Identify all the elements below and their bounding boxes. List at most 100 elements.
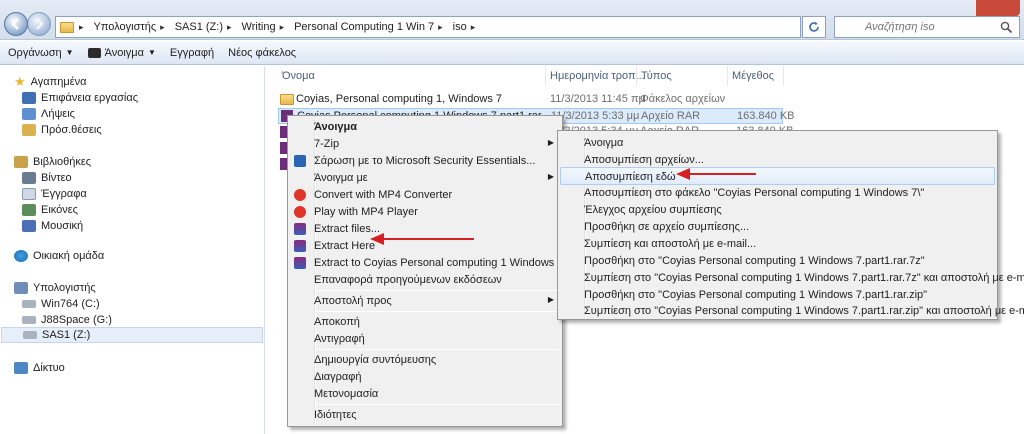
video-icon — [22, 172, 36, 184]
downloads-icon — [22, 108, 36, 120]
nav-recent[interactable]: Πρόσ.θέσεις — [22, 122, 102, 138]
file-row[interactable]: Coyias, Personal computing 1, Windows 7 … — [278, 92, 783, 108]
breadcrumb-iso[interactable]: iso ▸ — [448, 21, 481, 33]
column-divider[interactable] — [545, 66, 546, 86]
breadcrumb[interactable]: ▸ Υπολογιστής ▸ SAS1 (Z:) ▸ Writing ▸ Perso… — [55, 16, 801, 38]
menu-item-create-shortcut[interactable]: Δημιουργία συντόμευσης — [290, 351, 560, 369]
open-button[interactable]: Άνοιγμα ▼ — [87, 47, 156, 59]
file-date: 11/3/2013 11:45 πμ — [550, 93, 645, 105]
column-header-type[interactable]: Τύπος — [641, 66, 672, 86]
organize-button[interactable]: Οργάνωση ▼ — [8, 47, 74, 59]
homegroup-icon — [14, 250, 28, 262]
annotation-arrow-icon — [370, 233, 474, 245]
winrar-icon — [294, 240, 306, 252]
breadcrumb-separator[interactable]: ▸ — [74, 22, 89, 33]
breadcrumb-writing[interactable]: Writing ▸ — [237, 21, 290, 33]
column-header-name[interactable]: Όνομα — [282, 66, 315, 86]
nav-downloads[interactable]: Λήψεις — [22, 106, 75, 122]
nav-computer[interactable]: Υπολογιστής — [14, 280, 96, 296]
7zip-item-extract-here[interactable]: Αποσυμπίεση εδώ — [560, 167, 995, 185]
burn-button[interactable]: Εγγραφή — [170, 47, 214, 59]
7zip-item-test[interactable]: Έλεγχος αρχείου συμπίεσης — [560, 201, 995, 219]
breadcrumb-computer[interactable]: Υπολογιστής ▸ — [89, 21, 170, 33]
file-name: Coyias, Personal computing 1, Windows 7 — [296, 93, 503, 105]
7zip-item-compress-email[interactable]: Συμπίεση και αποστολή με e-mail... — [560, 235, 995, 253]
menu-separator — [316, 290, 559, 291]
folder-icon — [60, 21, 74, 33]
drive-icon — [23, 331, 37, 339]
menu-item-open-with[interactable]: Άνοιγμα με ▶ — [290, 169, 560, 187]
file-size: 163.840 KB — [737, 110, 795, 122]
menu-item-properties[interactable]: Ιδιότητες — [290, 406, 560, 424]
menu-item-rename[interactable]: Μετονομασία — [290, 385, 560, 403]
refresh-icon — [809, 22, 819, 32]
context-menu: Άνοιγμα 7-Zip ▶ Σάρωση με το Microsoft Se… — [287, 115, 567, 427]
chevron-down-icon: ▼ — [65, 48, 74, 57]
nav-homegroup[interactable]: Οικιακή ομάδα — [14, 248, 104, 264]
submenu-arrow-icon: ▶ — [547, 295, 554, 304]
menu-item-cut[interactable]: Αποκοπή — [290, 313, 560, 331]
network-icon — [14, 362, 28, 374]
7zip-item-add-archive[interactable]: Προσθήκη σε αρχείο συμπίεσης... — [560, 218, 995, 236]
7zip-item-compress-zip-email[interactable]: Συμπίεση στο "Coyias Personal computing … — [560, 302, 1024, 320]
breadcrumb-book[interactable]: Personal Computing 1 Win 7 ▸ — [289, 21, 448, 33]
7zip-item-extract-to[interactable]: Αποσυμπίεση στο φάκελο "Coyias Personal … — [560, 184, 995, 202]
column-header-date[interactable]: Ημερομηνία τροπ... — [550, 66, 645, 86]
music-icon — [22, 220, 36, 232]
star-icon: ★ — [14, 74, 26, 89]
nav-drive-z[interactable]: SAS1 (Z:) — [1, 327, 263, 343]
minimize-button[interactable] — [924, 0, 950, 16]
new-folder-button[interactable]: Νέος φάκελος — [228, 47, 296, 59]
nav-desktop[interactable]: Επιφάνεια εργασίας — [22, 90, 138, 106]
column-divider[interactable] — [636, 66, 637, 86]
nav-documents[interactable]: Έγγραφα — [22, 186, 87, 202]
security-essentials-icon — [294, 155, 306, 167]
nav-pictures[interactable]: Εικόνες — [22, 202, 78, 218]
menu-item-open[interactable]: Άνοιγμα — [290, 118, 560, 136]
desktop-icon — [22, 92, 36, 104]
nav-drive-g[interactable]: J88Space (G:) — [22, 312, 112, 328]
menu-item-delete[interactable]: Διαγραφή — [290, 368, 560, 386]
7zip-item-compress-7z-email[interactable]: Συμπίεση στο "Coyias Personal computing … — [560, 269, 1024, 287]
back-button[interactable] — [4, 12, 28, 36]
forward-button[interactable] — [27, 12, 51, 36]
search-input[interactable] — [835, 17, 995, 37]
file-date: 11/3/2013 5:33 μμ — [551, 110, 640, 122]
maximize-button[interactable] — [950, 0, 976, 16]
menu-item-7zip[interactable]: 7-Zip ▶ — [290, 135, 560, 153]
breadcrumb-drive[interactable]: SAS1 (Z:) ▸ — [170, 21, 237, 33]
libraries-icon — [14, 156, 28, 168]
menu-item-restore[interactable]: Επαναφορά προηγούμενων εκδόσεων — [290, 271, 560, 289]
7zip-item-open[interactable]: Άνοιγμα — [560, 134, 995, 152]
menu-item-extract-to[interactable]: Extract to Coyias Personal computing 1 W… — [290, 254, 567, 272]
winrar-icon — [294, 223, 306, 235]
column-header-size[interactable]: Μέγεθος — [732, 66, 774, 86]
submenu-arrow-icon: ▶ — [547, 138, 554, 147]
close-button[interactable] — [976, 0, 1020, 16]
column-divider[interactable] — [783, 66, 784, 86]
nav-drive-c[interactable]: Win764 (C:) — [22, 296, 100, 312]
file-type: Φάκελος αρχείων — [640, 93, 726, 105]
column-divider[interactable] — [727, 66, 728, 86]
nav-network[interactable]: Δίκτυο — [14, 360, 65, 376]
menu-item-mp4-play[interactable]: Play with MP4 Player — [290, 203, 560, 221]
search-box[interactable] — [834, 16, 1020, 38]
nav-favorites[interactable]: ★ Αγαπημένα — [14, 74, 86, 90]
menu-item-mp4-convert[interactable]: Convert with MP4 Converter — [290, 186, 560, 204]
forward-arrow-icon — [36, 18, 44, 30]
computer-icon — [14, 282, 28, 294]
nav-music[interactable]: Μουσική — [22, 218, 83, 234]
menu-item-scan[interactable]: Σάρωση με το Microsoft Security Essentia… — [290, 152, 560, 170]
drive-icon — [22, 316, 36, 324]
refresh-button[interactable] — [802, 16, 826, 38]
search-icon[interactable] — [1000, 21, 1013, 34]
7zip-item-add-7z[interactable]: Προσθήκη στο "Coyias Personal computing … — [560, 252, 995, 270]
back-arrow-icon — [11, 18, 19, 30]
nav-videos[interactable]: Βίντεο — [22, 170, 72, 186]
menu-item-send-to[interactable]: Αποστολή προς ▶ — [290, 292, 560, 310]
command-bar: Οργάνωση ▼ Άνοιγμα ▼ Εγγραφή Νέος φάκελος — [0, 41, 1024, 65]
nav-libraries[interactable]: Βιβλιοθήκες — [14, 154, 91, 170]
menu-item-copy[interactable]: Αντιγραφή — [290, 330, 560, 348]
submenu-arrow-icon: ▶ — [547, 172, 554, 181]
menu-separator — [316, 349, 559, 350]
